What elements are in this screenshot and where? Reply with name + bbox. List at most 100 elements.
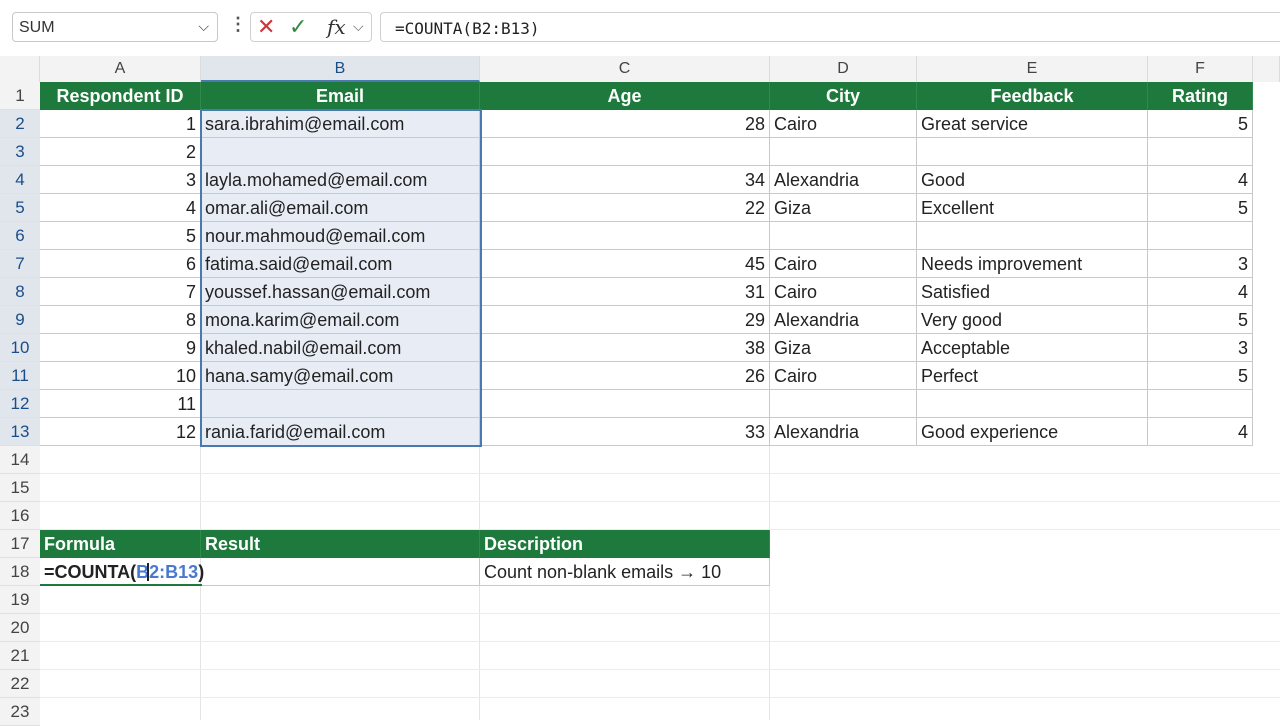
city-cell[interactable]: Giza xyxy=(770,194,917,222)
row-header[interactable]: 7 xyxy=(0,250,40,278)
respondent-id-cell[interactable]: 6 xyxy=(40,250,201,278)
row-header[interactable]: 4 xyxy=(0,166,40,194)
feedback-cell[interactable]: Very good xyxy=(917,306,1148,334)
feedback-cell[interactable]: Excellent xyxy=(917,194,1148,222)
row-header[interactable]: 15 xyxy=(0,474,40,502)
city-cell[interactable]: Giza xyxy=(770,334,917,362)
description-cell[interactable]: Count non-blank emails → 10 xyxy=(480,558,770,586)
email-cell[interactable]: mona.karim@email.com xyxy=(201,306,480,334)
age-cell[interactable]: 34 xyxy=(480,166,770,194)
email-cell[interactable]: youssef.hassan@email.com xyxy=(201,278,480,306)
header-feedback[interactable]: Feedback xyxy=(917,82,1148,110)
respondent-id-cell[interactable]: 10 xyxy=(40,362,201,390)
header-result[interactable]: Result xyxy=(201,530,480,558)
column-header-f[interactable]: F xyxy=(1148,56,1253,82)
feedback-cell[interactable]: Perfect xyxy=(917,362,1148,390)
age-cell[interactable]: 33 xyxy=(480,418,770,446)
respondent-id-cell[interactable]: 5 xyxy=(40,222,201,250)
feedback-cell[interactable]: Good experience xyxy=(917,418,1148,446)
respondent-id-cell[interactable]: 2 xyxy=(40,138,201,166)
email-cell[interactable]: khaled.nabil@email.com xyxy=(201,334,480,362)
name-box[interactable]: SUM ⌵ xyxy=(12,12,218,42)
feedback-cell[interactable] xyxy=(917,138,1148,166)
rating-cell[interactable]: 5 xyxy=(1148,194,1253,222)
age-cell[interactable]: 26 xyxy=(480,362,770,390)
row-header[interactable]: 3 xyxy=(0,138,40,166)
header-rating[interactable]: Rating xyxy=(1148,82,1253,110)
column-header-a[interactable]: A xyxy=(40,56,201,82)
insert-function-icon[interactable]: fx xyxy=(327,15,346,39)
chevron-down-icon[interactable]: ⌵ xyxy=(198,18,209,35)
city-cell[interactable] xyxy=(770,390,917,418)
feedback-cell[interactable]: Acceptable xyxy=(917,334,1148,362)
rating-cell[interactable] xyxy=(1148,138,1253,166)
rating-cell[interactable]: 4 xyxy=(1148,278,1253,306)
age-cell[interactable]: 28 xyxy=(480,110,770,138)
row-header[interactable]: 17 xyxy=(0,530,40,558)
row-header[interactable]: 5 xyxy=(0,194,40,222)
row-header[interactable]: 18 xyxy=(0,558,40,586)
enter-check-icon[interactable]: ✓ xyxy=(289,16,307,38)
row-header[interactable]: 11 xyxy=(0,362,40,390)
row-header[interactable]: 21 xyxy=(0,642,40,670)
row-header[interactable]: 9 xyxy=(0,306,40,334)
feedback-cell[interactable]: Great service xyxy=(917,110,1148,138)
chevron-down-icon[interactable]: ⌵ xyxy=(353,18,364,35)
feedback-cell[interactable] xyxy=(917,222,1148,250)
cancel-icon[interactable]: ✕ xyxy=(257,16,275,38)
feedback-cell[interactable] xyxy=(917,390,1148,418)
rating-cell[interactable]: 5 xyxy=(1148,362,1253,390)
column-header-c[interactable]: C xyxy=(480,56,770,82)
row-header[interactable]: 20 xyxy=(0,614,40,642)
row-header[interactable]: 2 xyxy=(0,110,40,138)
rating-cell[interactable]: 4 xyxy=(1148,166,1253,194)
city-cell[interactable]: Alexandria xyxy=(770,166,917,194)
header-age[interactable]: Age xyxy=(480,82,770,110)
select-all-corner[interactable] xyxy=(0,56,40,82)
city-cell[interactable]: Cairo xyxy=(770,250,917,278)
more-options-icon[interactable]: ⋮ xyxy=(229,14,247,35)
row-header[interactable]: 8 xyxy=(0,278,40,306)
email-cell[interactable]: layla.mohamed@email.com xyxy=(201,166,480,194)
header-city[interactable]: City xyxy=(770,82,917,110)
email-cell[interactable]: nour.mahmoud@email.com xyxy=(201,222,480,250)
rating-cell[interactable]: 4 xyxy=(1148,418,1253,446)
column-header-d[interactable]: D xyxy=(770,56,917,82)
age-cell[interactable]: 22 xyxy=(480,194,770,222)
city-cell[interactable]: Cairo xyxy=(770,110,917,138)
email-cell[interactable] xyxy=(201,390,480,418)
email-cell[interactable]: omar.ali@email.com xyxy=(201,194,480,222)
rating-cell[interactable]: 5 xyxy=(1148,110,1253,138)
city-cell[interactable]: Cairo xyxy=(770,362,917,390)
row-header[interactable]: 16 xyxy=(0,502,40,530)
header-respondent-id[interactable]: Respondent ID xyxy=(40,82,201,110)
email-cell[interactable]: sara.ibrahim@email.com xyxy=(201,110,480,138)
rating-cell[interactable] xyxy=(1148,222,1253,250)
feedback-cell[interactable]: Good xyxy=(917,166,1148,194)
column-header-b[interactable]: B xyxy=(201,56,480,82)
city-cell[interactable]: Cairo xyxy=(770,278,917,306)
city-cell[interactable]: Alexandria xyxy=(770,418,917,446)
age-cell[interactable]: 29 xyxy=(480,306,770,334)
formula-input[interactable]: =COUNTA(B2:B13) xyxy=(380,12,1280,42)
age-cell[interactable]: 38 xyxy=(480,334,770,362)
rating-cell[interactable]: 5 xyxy=(1148,306,1253,334)
header-description[interactable]: Description xyxy=(480,530,770,558)
feedback-cell[interactable]: Satisfied xyxy=(917,278,1148,306)
email-cell[interactable] xyxy=(201,138,480,166)
header-email[interactable]: Email xyxy=(201,82,480,110)
row-header[interactable]: 23 xyxy=(0,698,40,726)
email-cell[interactable]: rania.farid@email.com xyxy=(201,418,480,446)
email-cell[interactable]: hana.samy@email.com xyxy=(201,362,480,390)
respondent-id-cell[interactable]: 11 xyxy=(40,390,201,418)
row-header[interactable]: 22 xyxy=(0,670,40,698)
column-header-e[interactable]: E xyxy=(917,56,1148,82)
feedback-cell[interactable]: Needs improvement xyxy=(917,250,1148,278)
city-cell[interactable] xyxy=(770,138,917,166)
age-cell[interactable]: 31 xyxy=(480,278,770,306)
age-cell[interactable] xyxy=(480,222,770,250)
rating-cell[interactable]: 3 xyxy=(1148,250,1253,278)
email-cell[interactable]: fatima.said@email.com xyxy=(201,250,480,278)
row-header[interactable]: 14 xyxy=(0,446,40,474)
row-header[interactable]: 19 xyxy=(0,586,40,614)
